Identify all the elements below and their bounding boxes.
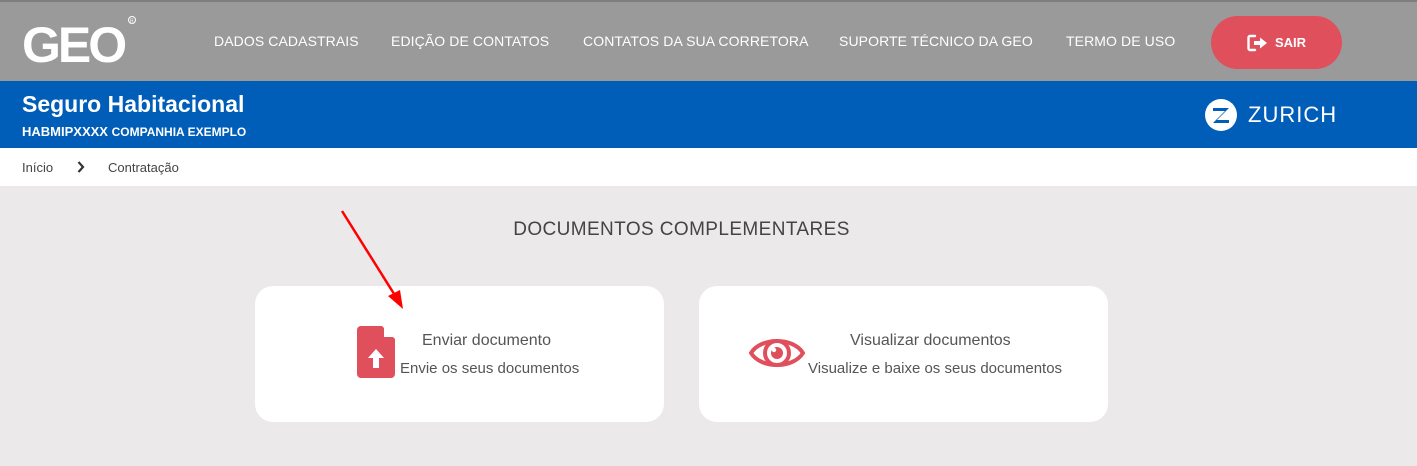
section-title: DOCUMENTOS COMPLEMENTARES: [513, 219, 850, 240]
view-card-description: Visualize e baixe os seus documentos: [808, 360, 1063, 377]
breadcrumb: Início Contratação: [0, 148, 1417, 186]
company-name: COMPANHIA EXEMPLO: [111, 125, 247, 139]
chevron-right-icon: [77, 161, 85, 173]
product-header: Seguro Habitacional HABMIPXXXX COMPANHIA…: [0, 81, 1417, 148]
eye-icon: [749, 339, 805, 367]
nav-suporte-tecnico[interactable]: SUPORTE TÉCNICO DA GEO: [839, 33, 1033, 49]
sign-out-icon: [1247, 34, 1267, 51]
upload-document-card[interactable]: Enviar documento Envie os seus documento…: [255, 286, 664, 422]
nav-dados-cadastrais[interactable]: DADOS CADASTRAIS: [214, 33, 359, 49]
product-title: Seguro Habitacional: [22, 91, 245, 117]
geo-logo[interactable]: GEO R: [22, 13, 140, 71]
breadcrumb-current: Contratação: [108, 160, 179, 175]
zurich-emblem-icon: [1205, 99, 1237, 131]
view-card-title: Visualizar documentos: [850, 332, 1011, 349]
nav-termo-de-uso[interactable]: TERMO DE USO: [1066, 33, 1175, 49]
upload-card-description: Envie os seus documentos: [400, 360, 580, 377]
zurich-logo: ZURICH: [1204, 98, 1337, 132]
logout-button[interactable]: SAIR: [1211, 16, 1342, 69]
upload-card-title: Enviar documento: [422, 332, 551, 349]
product-subtitle: HABMIPXXXX COMPANHIA EXEMPLO: [22, 124, 246, 139]
insurer-name: ZURICH: [1248, 102, 1338, 127]
main-content: DOCUMENTOS COMPLEMENTARES Enviar documen…: [0, 186, 1417, 466]
logout-label: SAIR: [1274, 35, 1307, 50]
breadcrumb-home[interactable]: Início: [22, 160, 53, 175]
svg-text:R: R: [130, 19, 134, 25]
product-code: HABMIPXXXX: [22, 124, 108, 139]
view-documents-card[interactable]: Visualizar documentos Visualize e baixe …: [699, 286, 1108, 422]
nav-contatos-da-corretora[interactable]: CONTATOS DA SUA CORRETORA: [583, 33, 809, 49]
file-upload-icon: [357, 326, 395, 378]
nav-edicao-de-contatos[interactable]: EDIÇÃO DE CONTATOS: [391, 33, 549, 49]
top-navigation-bar: GEO R DADOS CADASTRAIS EDIÇÃO DE CONTATO…: [0, 0, 1417, 81]
svg-text:GEO: GEO: [22, 17, 125, 71]
